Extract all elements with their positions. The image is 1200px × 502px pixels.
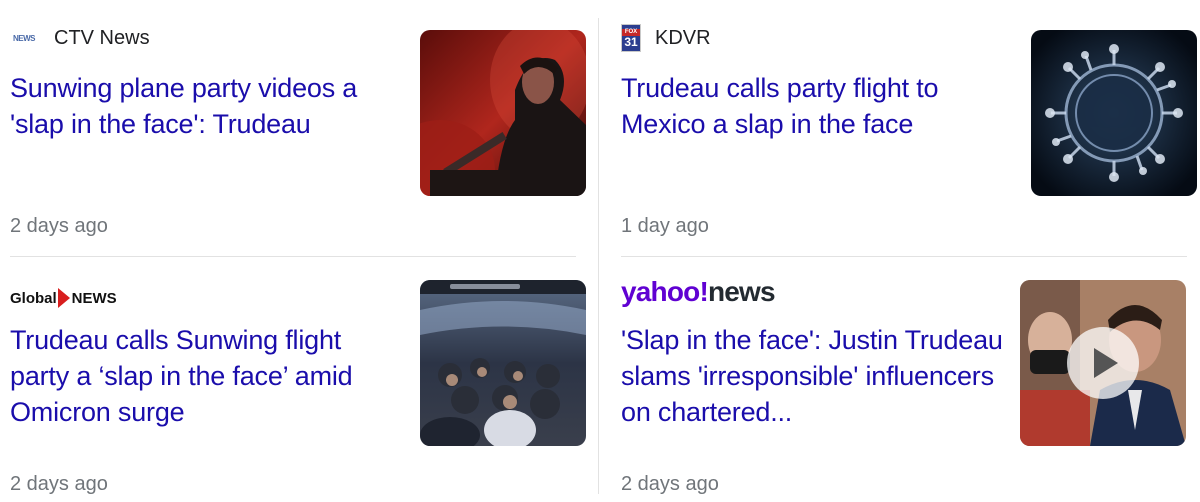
play-icon	[1094, 348, 1118, 378]
headline-link[interactable]: Sunwing plane party videos a 'slap in th…	[10, 70, 395, 142]
source: Global NEWS	[10, 284, 117, 312]
headline-link[interactable]: 'Slap in the face': Justin Trudeau slams…	[621, 322, 1006, 430]
source: NEWS CTV News	[10, 24, 150, 52]
yahoo-logo-news: news	[707, 276, 776, 307]
row-divider-right	[621, 256, 1187, 257]
ctv-news-logo-icon: NEWS	[13, 33, 36, 43]
news-card[interactable]: yahoo!news 'Slap in the face': Justin Tr…	[621, 262, 1197, 502]
headline-link[interactable]: Trudeau calls Sunwing flight party a ‘sl…	[10, 322, 395, 430]
play-button[interactable]	[1067, 327, 1139, 399]
thumbnail-image[interactable]	[420, 30, 586, 196]
source-name: CTV News	[54, 26, 150, 49]
column-divider	[598, 18, 599, 494]
global-logo-news: NEWS	[71, 289, 117, 307]
news-card[interactable]: FOX 31 KDVR Trudeau calls party flight t…	[621, 12, 1197, 252]
yahoo-logo-text: yahoo!	[621, 276, 709, 307]
headline-link[interactable]: Trudeau calls party flight to Mexico a s…	[621, 70, 1006, 142]
source-name: KDVR	[655, 26, 711, 49]
timestamp: 2 days ago	[10, 473, 108, 495]
news-card[interactable]: Global NEWS Trudeau calls Sunwing flight…	[10, 262, 586, 502]
thumbnail-image[interactable]	[1031, 30, 1197, 196]
timestamp: 1 day ago	[621, 215, 709, 237]
video-thumbnail[interactable]	[1020, 280, 1186, 446]
timestamp: 2 days ago	[10, 215, 108, 237]
row-divider-left	[10, 256, 576, 257]
global-logo-text: Global	[10, 289, 57, 307]
thumbnail-image[interactable]	[420, 280, 586, 446]
fox31-logo-icon: FOX 31	[621, 24, 641, 52]
channel-number: 31	[624, 34, 638, 49]
yahoo-news-logo-icon: yahoo!news	[621, 276, 776, 308]
timestamp: 2 days ago	[621, 473, 719, 495]
source: FOX 31 KDVR	[621, 24, 711, 52]
global-news-logo-icon: Global NEWS	[10, 288, 117, 308]
news-grid: NEWS CTV News Sunwing plane party videos…	[0, 0, 1200, 502]
global-logo-arrow	[57, 288, 70, 308]
source: yahoo!news	[621, 276, 776, 308]
news-card[interactable]: NEWS CTV News Sunwing plane party videos…	[10, 12, 586, 252]
